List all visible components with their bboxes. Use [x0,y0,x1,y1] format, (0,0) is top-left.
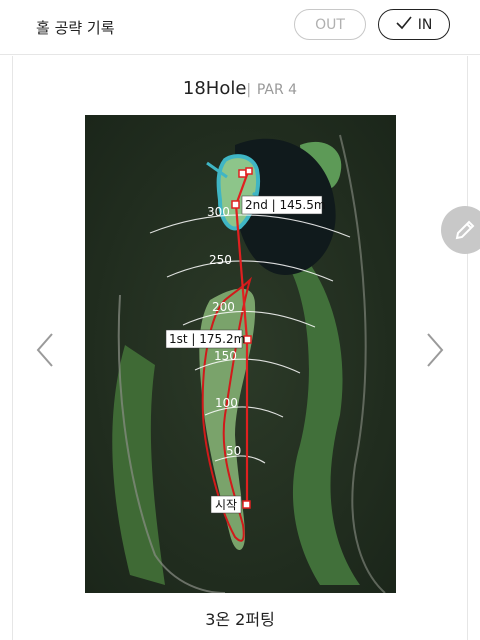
out-toggle-button[interactable]: OUT [294,9,366,40]
in-label: IN [417,16,433,33]
chevron-right-icon [427,333,444,367]
hole-par: PAR 4 [256,82,298,98]
round-result: 3온 2퍼팅 [205,610,275,629]
start-marker [242,500,251,509]
distance-200: 200 [212,300,235,314]
distance-150: 150 [214,349,237,363]
out-label: OUT [315,16,345,33]
hole-name: 18Hole [182,78,247,99]
second-shot-marker [231,200,240,209]
first-label: 1st | 175.2m [169,332,245,346]
pencil-icon [455,220,475,240]
pin-marker-2 [245,167,253,175]
chevron-left-icon [36,333,53,367]
check-icon [396,15,412,34]
hole-title: 18Hole| PAR 4 [0,78,480,99]
next-hole-button[interactable] [420,330,450,370]
page-title: 홀 공략 기록 [36,19,115,37]
distance-50: 50 [226,444,241,458]
distance-100: 100 [215,396,238,410]
distance-300: 300 [207,205,230,219]
hole-map: 300 250 200 150 100 50 시작 1st | 175.2m 2… [85,115,396,593]
distance-250: 250 [209,253,232,267]
hole-separator: | [246,82,252,98]
pin-marker [238,169,247,178]
in-toggle-button[interactable]: IN [378,9,450,40]
app-header: 홀 공략 기록 OUT IN [0,0,480,55]
start-label: 시작 [215,498,237,512]
second-label: 2nd | 145.5m [245,198,326,212]
prev-hole-button[interactable] [30,330,60,370]
